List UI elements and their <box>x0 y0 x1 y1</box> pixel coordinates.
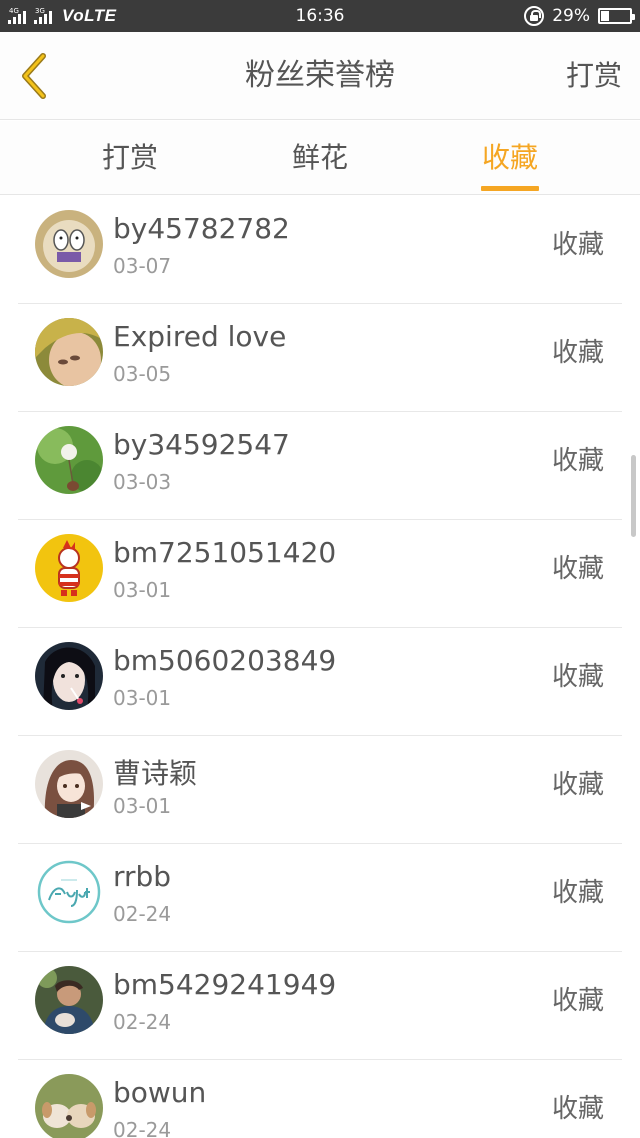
list-item[interactable]: bm5060203849 03-01 收藏 <box>18 628 622 736</box>
system-indicators: 29% <box>524 0 635 32</box>
page-title: 粉丝荣誉榜 <box>245 58 395 93</box>
user-name: bm5060203849 <box>113 644 337 677</box>
list-item[interactable]: bm7251051420 03-01 收藏 <box>18 520 622 628</box>
list-item[interactable]: bowun 02-24 收藏 <box>18 1060 622 1138</box>
fan-list[interactable]: by45782782 03-07 收藏 Expired love 03-05 收… <box>0 196 640 1138</box>
avatar <box>35 858 103 926</box>
list-item[interactable]: by45782782 03-07 收藏 <box>18 196 622 304</box>
item-type: 收藏 <box>551 770 604 800</box>
item-type: 收藏 <box>551 230 604 260</box>
avatar <box>35 318 103 386</box>
user-name: bowun <box>113 1076 207 1109</box>
item-type: 收藏 <box>551 662 604 692</box>
avatar <box>35 642 103 710</box>
user-date: 03-03 <box>113 470 172 494</box>
user-date: 02-24 <box>113 1010 172 1034</box>
item-type: 收藏 <box>551 554 604 584</box>
avatar <box>35 966 103 1034</box>
battery-icon <box>598 8 635 24</box>
tab-bar: 打赏 鲜花 收藏 <box>0 121 640 195</box>
reward-button[interactable]: 打赏 <box>566 32 622 120</box>
tab-reward[interactable]: 打赏 <box>50 121 210 195</box>
user-date: 03-07 <box>113 254 172 278</box>
item-type: 收藏 <box>551 986 604 1016</box>
status-bar: 4G 3G VoLTE 16:36 29% <box>0 0 640 32</box>
scrollbar[interactable] <box>631 455 636 537</box>
user-name: Expired love <box>113 320 287 353</box>
user-date: 03-01 <box>113 578 172 602</box>
list-item[interactable]: bm5429241949 02-24 收藏 <box>18 952 622 1060</box>
user-date: 02-24 <box>113 902 172 926</box>
user-name: rrbb <box>113 860 172 893</box>
user-name: bm5429241949 <box>113 968 337 1001</box>
item-type: 收藏 <box>551 446 604 476</box>
item-type: 收藏 <box>551 338 604 368</box>
avatar <box>35 750 103 818</box>
avatar <box>35 534 103 602</box>
user-name: 曹诗颖 <box>113 757 198 790</box>
list-item[interactable]: 曹诗颖 03-01 收藏 <box>18 736 622 844</box>
avatar <box>35 426 103 494</box>
app-header: 粉丝荣誉榜 打赏 <box>0 32 640 120</box>
rotation-lock-icon <box>524 6 545 26</box>
item-type: 收藏 <box>551 1094 604 1124</box>
user-date: 02-24 <box>113 1118 172 1138</box>
user-name: bm7251051420 <box>113 536 337 569</box>
avatar <box>35 1074 103 1138</box>
list-item[interactable]: Expired love 03-05 收藏 <box>18 304 622 412</box>
back-button[interactable] <box>12 53 56 99</box>
user-date: 03-05 <box>113 362 172 386</box>
battery-percent: 29% <box>552 6 590 26</box>
user-name: by45782782 <box>113 212 290 245</box>
user-date: 03-01 <box>113 794 172 818</box>
list-item[interactable]: rrbb 02-24 收藏 <box>18 844 622 952</box>
tab-favorites[interactable]: 收藏 <box>430 121 590 195</box>
user-name: by34592547 <box>113 428 290 461</box>
tab-favorites-label: 收藏 <box>481 141 538 174</box>
avatar <box>35 210 103 278</box>
item-type: 收藏 <box>551 878 604 908</box>
active-tab-indicator <box>481 186 539 191</box>
tab-flowers[interactable]: 鲜花 <box>240 121 400 195</box>
chevron-left-icon <box>22 53 46 99</box>
list-item[interactable]: by34592547 03-03 收藏 <box>18 412 622 520</box>
user-date: 03-01 <box>113 686 172 710</box>
